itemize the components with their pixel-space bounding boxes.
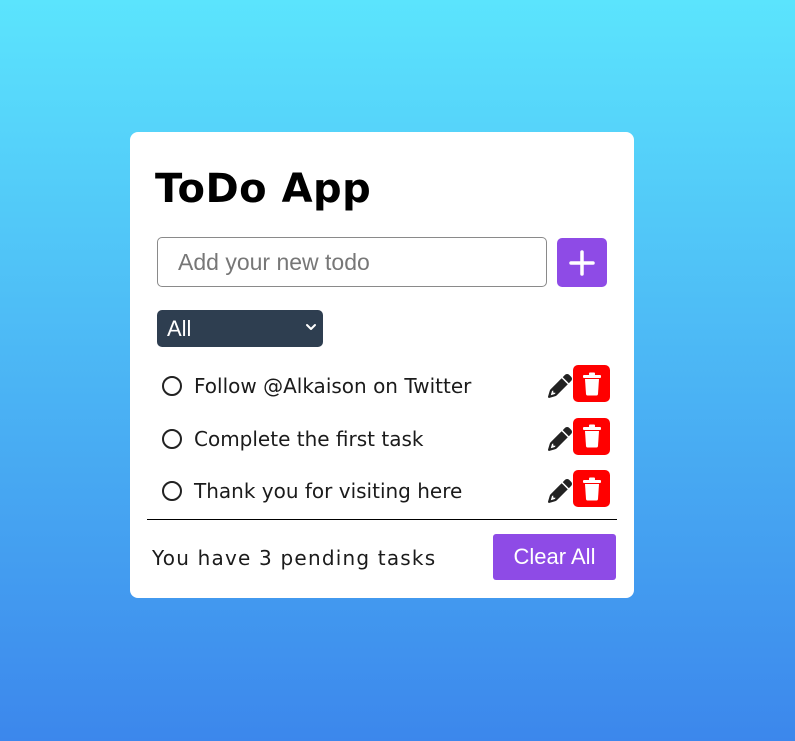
- todo-text: Follow @Alkaison on Twitter: [194, 374, 472, 399]
- chevron-down-icon: [306, 324, 316, 330]
- new-todo-input[interactable]: [157, 237, 547, 287]
- todo-text: Thank you for visiting here: [194, 479, 463, 504]
- pencil-icon[interactable]: [548, 374, 572, 398]
- plus-icon: [569, 249, 595, 276]
- complete-toggle-circle-icon[interactable]: [162, 481, 182, 502]
- delete-button[interactable]: [573, 470, 610, 507]
- add-todo-button[interactable]: [557, 238, 607, 287]
- todo-item: Complete the first task: [160, 413, 610, 466]
- pencil-icon[interactable]: [548, 426, 572, 451]
- pencil-icon[interactable]: [548, 479, 572, 503]
- delete-button[interactable]: [573, 365, 610, 402]
- todo-text: Complete the first task: [194, 426, 424, 451]
- filter-selected-value: All: [167, 315, 192, 341]
- complete-toggle-circle-icon[interactable]: [162, 428, 182, 449]
- app-title: ToDo App: [155, 166, 372, 212]
- todo-list: Follow @Alkaison on Twitter Complete the…: [160, 360, 610, 518]
- clear-all-button[interactable]: Clear All: [493, 534, 616, 580]
- trash-icon: [582, 372, 601, 395]
- todo-item: Follow @Alkaison on Twitter: [160, 360, 610, 413]
- complete-toggle-circle-icon[interactable]: [162, 376, 182, 397]
- trash-icon: [582, 477, 601, 500]
- todo-card: ToDo App All Follow @Alkaison on Twitter: [130, 132, 634, 598]
- delete-button[interactable]: [573, 417, 610, 455]
- filter-select[interactable]: All: [157, 310, 323, 347]
- todo-item: Thank you for visiting here: [160, 465, 610, 518]
- footer-divider: [147, 519, 617, 520]
- trash-icon: [582, 424, 601, 448]
- pending-tasks-count: You have 3 pending tasks: [152, 546, 437, 570]
